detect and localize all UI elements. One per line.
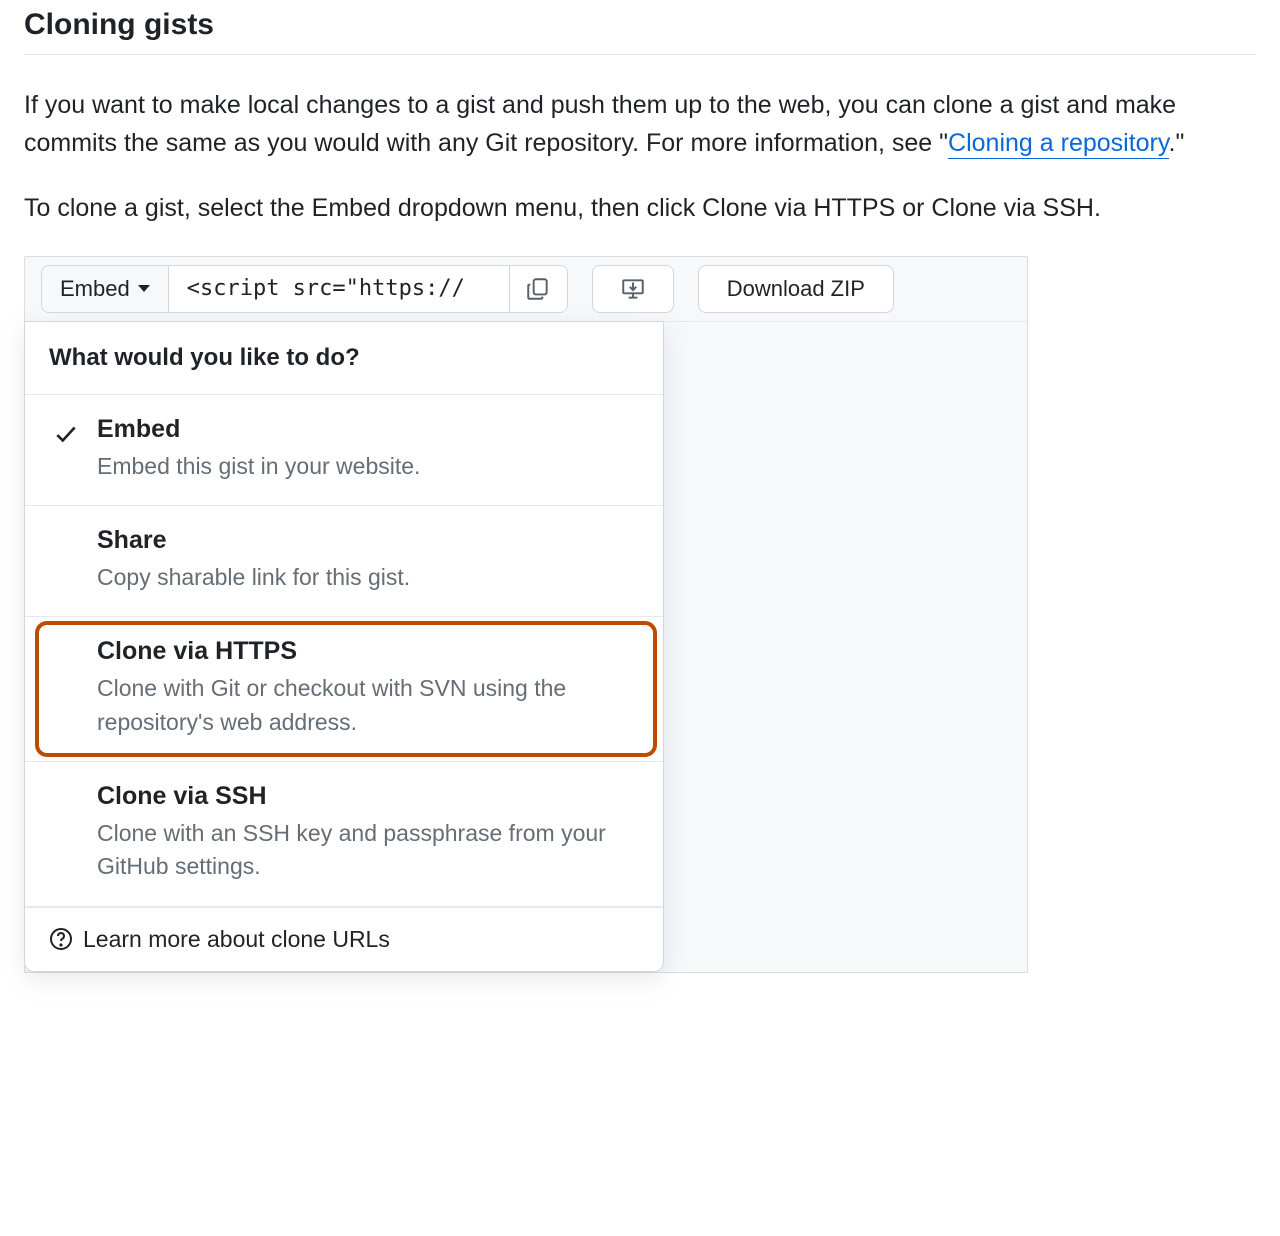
download-zip-label: Download ZIP [727, 276, 865, 302]
gist-toolbar-screenshot: Embed <script src="https:// Download ZI [24, 256, 1028, 973]
dropdown-option-share[interactable]: Share Copy sharable link for this gist. [25, 506, 663, 617]
question-circle-icon [49, 927, 73, 951]
embed-dropdown-button[interactable]: Embed [42, 266, 169, 312]
learn-more-link[interactable]: Learn more about clone URLs [25, 907, 663, 971]
cloning-repo-link[interactable]: Cloning a repository [948, 129, 1168, 159]
section-heading: Cloning gists [24, 8, 1256, 55]
dropdown-header: What would you like to do? [25, 322, 663, 395]
embed-code-field[interactable]: <script src="https:// [169, 266, 509, 312]
caret-down-icon [138, 285, 150, 292]
embed-group: Embed <script src="https:// [41, 265, 568, 313]
option-title: Embed [97, 415, 639, 444]
option-title: Clone via HTTPS [97, 637, 639, 666]
download-desktop-button[interactable] [592, 265, 674, 313]
option-desc: Clone with an SSH key and passphrase fro… [97, 817, 639, 884]
check-column [49, 415, 83, 447]
check-column [49, 526, 83, 532]
option-desc: Embed this gist in your website. [97, 450, 639, 483]
option-body: Share Copy sharable link for this gist. [97, 526, 639, 594]
copy-button[interactable] [509, 266, 567, 312]
check-column [49, 782, 83, 788]
desktop-download-icon [620, 276, 646, 302]
dropdown-option-clone-https[interactable]: Clone via HTTPS Clone with Git or checko… [25, 617, 663, 762]
intro-text-b: ." [1169, 129, 1185, 157]
check-column [49, 637, 83, 643]
option-desc: Clone with Git or checkout with SVN usin… [97, 672, 639, 739]
gist-toolbar: Embed <script src="https:// Download ZI [25, 257, 1027, 322]
learn-more-label: Learn more about clone URLs [83, 926, 390, 953]
intro-paragraph-1: If you want to make local changes to a g… [24, 87, 1256, 162]
embed-label: Embed [60, 276, 130, 302]
dropdown-option-embed[interactable]: Embed Embed this gist in your website. [25, 395, 663, 506]
option-title: Clone via SSH [97, 782, 639, 811]
download-zip-button[interactable]: Download ZIP [698, 265, 894, 313]
dropdown-option-clone-ssh[interactable]: Clone via SSH Clone with an SSH key and … [25, 762, 663, 907]
option-body: Clone via HTTPS Clone with Git or checko… [97, 637, 639, 739]
check-icon [53, 421, 79, 447]
copy-icon [525, 276, 551, 302]
option-body: Clone via SSH Clone with an SSH key and … [97, 782, 639, 884]
option-body: Embed Embed this gist in your website. [97, 415, 639, 483]
option-title: Share [97, 526, 639, 555]
embed-dropdown-menu: What would you like to do? Embed Embed t… [24, 321, 664, 972]
intro-paragraph-2: To clone a gist, select the Embed dropdo… [24, 190, 1256, 228]
option-desc: Copy sharable link for this gist. [97, 561, 639, 594]
